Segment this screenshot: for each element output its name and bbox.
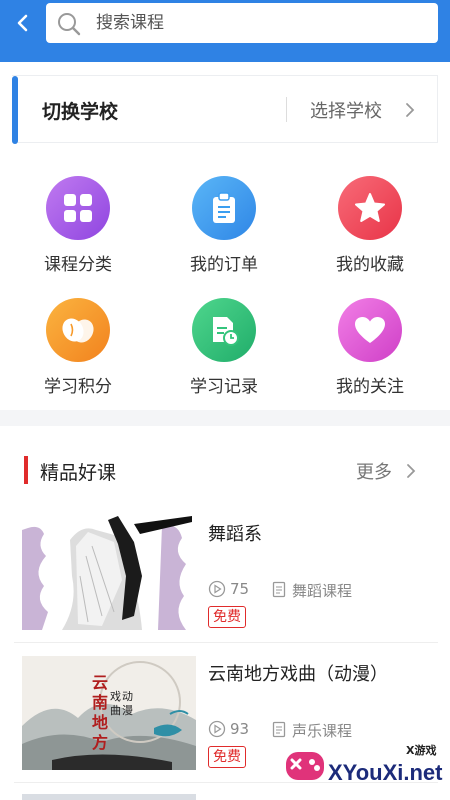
menu-study-points[interactable]: 学习积分 <box>18 298 138 408</box>
clipboard-icon <box>192 176 256 240</box>
search-box[interactable] <box>46 3 438 43</box>
course-category: 舞蹈课程 <box>292 582 353 600</box>
select-school-link[interactable]: 选择学校 <box>310 97 382 123</box>
search-input[interactable] <box>96 9 416 37</box>
search-icon <box>58 13 81 36</box>
section-title: 精品好课 <box>40 462 117 484</box>
gamepad-logo-icon <box>286 752 324 780</box>
course-item[interactable]: 舞蹈系 75 舞蹈课程 免费 <box>0 516 450 656</box>
svg-text:云: 云 <box>92 673 108 692</box>
chevron-right-icon <box>407 464 416 478</box>
svg-text:地: 地 <box>92 713 108 732</box>
star-icon <box>338 176 402 240</box>
section-accent <box>24 456 28 484</box>
document-icon <box>272 581 286 598</box>
divider <box>286 97 287 122</box>
menu-label: 课程分类 <box>44 255 112 275</box>
grid-icon <box>46 176 110 240</box>
svg-text:方: 方 <box>92 733 108 752</box>
heart-icon <box>338 298 402 362</box>
course-title: 舞蹈系 <box>208 524 262 545</box>
section-header: 精品好课 更多 <box>0 426 450 506</box>
menu-study-records[interactable]: 学习记录 <box>164 298 284 408</box>
watermark-brand: XYouXi.net <box>328 760 443 785</box>
course-title: 云南地方戏曲（动漫） <box>208 664 388 685</box>
record-icon <box>192 298 256 362</box>
play-icon <box>208 720 226 738</box>
menu-my-follows[interactable]: 我的关注 <box>310 298 430 408</box>
next-course-thumbnail-peek <box>22 794 196 800</box>
menu-label: 学习积分 <box>44 377 112 397</box>
menu-label: 我的收藏 <box>336 255 404 275</box>
switch-school-title: 切换学校 <box>42 101 119 123</box>
course-thumbnail[interactable]: 云 南 地 方 戏 曲 动 漫 <box>22 656 196 770</box>
view-count: 75 <box>230 580 250 598</box>
divider <box>14 642 438 643</box>
menu-label: 我的关注 <box>336 377 404 397</box>
switch-school-row[interactable]: 切换学校 选择学校 <box>12 75 438 144</box>
free-badge: 免费 <box>208 746 246 768</box>
chevron-left-icon <box>17 14 28 32</box>
play-icon <box>208 580 226 598</box>
menu-label: 我的订单 <box>190 255 258 275</box>
menu-my-favorites[interactable]: 我的收藏 <box>310 176 430 286</box>
free-badge: 免费 <box>208 606 246 628</box>
course-thumbnail[interactable] <box>22 516 196 630</box>
top-bar <box>0 0 450 62</box>
svg-text:戏: 戏 <box>110 690 121 703</box>
menu-my-orders[interactable]: 我的订单 <box>164 176 284 286</box>
site-watermark: X游戏 XYouXi.net <box>280 736 450 792</box>
chevron-right-icon <box>406 103 415 117</box>
bean-icon <box>46 298 110 362</box>
view-count: 93 <box>230 720 250 738</box>
svg-text:动: 动 <box>122 690 133 703</box>
main-card: 切换学校 选择学校 课程分类 我的订单 我的收藏 学习积分 学习记录 我的关注 <box>0 62 450 410</box>
svg-text:曲: 曲 <box>110 704 121 717</box>
menu-label: 学习记录 <box>190 377 258 397</box>
watermark-small-text: X游戏 <box>406 744 437 757</box>
menu-course-category[interactable]: 课程分类 <box>18 176 138 286</box>
more-link[interactable]: 更多 <box>356 458 392 484</box>
accent-bar <box>12 76 18 144</box>
back-button[interactable] <box>10 10 36 36</box>
svg-text:漫: 漫 <box>122 703 133 717</box>
svg-text:南: 南 <box>92 693 108 712</box>
